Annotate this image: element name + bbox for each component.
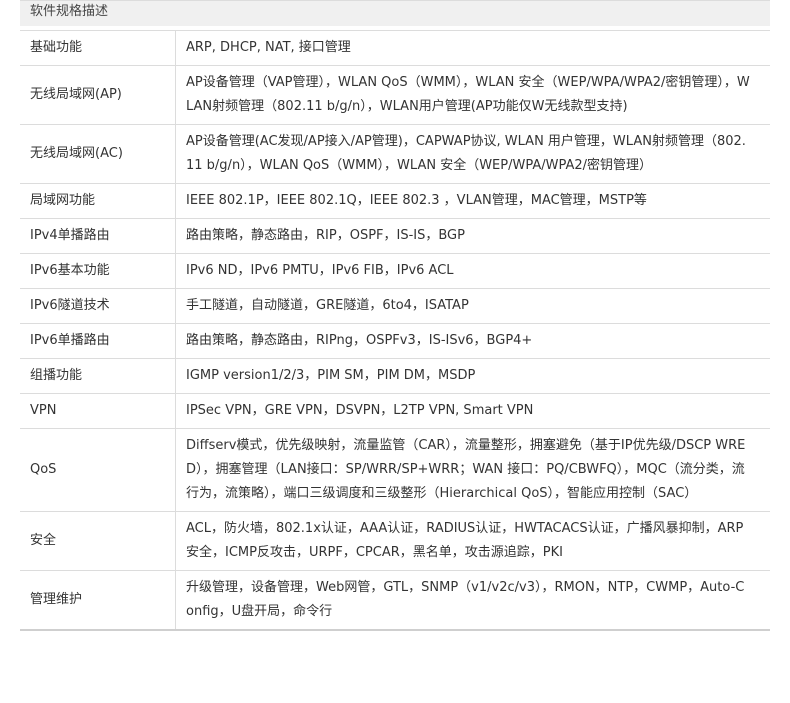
spec-value: 路由策略，静态路由，RIPng，OSPFv3，IS-ISv6，BGP4+ [175,323,770,359]
section-title: 软件规格描述 [20,0,770,26]
spec-label: QoS [20,428,176,512]
spec-label: 组播功能 [20,358,176,394]
spec-label: 管理维护 [20,570,176,631]
table-row: 无线局域网(AP) AP设备管理（VAP管理），WLAN QoS（WMM），WL… [20,65,770,125]
table-row: VPN IPSec VPN，GRE VPN，DSVPN，L2TP VPN, Sm… [20,393,770,429]
table-row: QoS Diffserv模式，优先级映射，流量监管（CAR），流量整形，拥塞避免… [20,428,770,512]
spec-label: IPv6隧道技术 [20,288,176,324]
spec-value: ARP, DHCP, NAT, 接口管理 [175,30,770,66]
spec-label: 局域网功能 [20,183,176,219]
spec-value: IGMP version1/2/3，PIM SM，PIM DM，MSDP [175,358,770,394]
spec-value: IPv6 ND，IPv6 PMTU，IPv6 FIB，IPv6 ACL [175,253,770,289]
table-row: IPv6单播路由 路由策略，静态路由，RIPng，OSPFv3，IS-ISv6，… [20,323,770,359]
spec-label: 安全 [20,511,176,571]
table-row: 组播功能 IGMP version1/2/3，PIM SM，PIM DM，MSD… [20,358,770,394]
spec-value: ACL，防火墙，802.1x认证，AAA认证，RADIUS认证，HWTACACS… [175,511,770,571]
spec-value: AP设备管理（VAP管理），WLAN QoS（WMM），WLAN 安全（WEP/… [175,65,770,125]
spec-label: VPN [20,393,176,429]
spec-label: IPv6基本功能 [20,253,176,289]
table-row: 管理维护 升级管理，设备管理，Web网管，GTL，SNMP（v1/v2c/v3）… [20,570,770,631]
spec-value: IEEE 802.1P，IEEE 802.1Q，IEEE 802.3 ，VLAN… [175,183,770,219]
spec-label: 无线局域网(AP) [20,65,176,125]
table-row: 基础功能 ARP, DHCP, NAT, 接口管理 [20,30,770,66]
spec-label: IPv6单播路由 [20,323,176,359]
spec-table: 基础功能 ARP, DHCP, NAT, 接口管理 无线局域网(AP) AP设备… [20,30,770,631]
spec-value: 路由策略，静态路由，RIP，OSPF，IS-IS，BGP [175,218,770,254]
spec-label: 无线局域网(AC) [20,124,176,184]
spec-value: Diffserv模式，优先级映射，流量监管（CAR），流量整形，拥塞避免（基于I… [175,428,770,512]
spec-value: AP设备管理(AC发现/AP接入/AP管理)，CAPWAP协议, WLAN 用户… [175,124,770,184]
table-row: 无线局域网(AC) AP设备管理(AC发现/AP接入/AP管理)，CAPWAP协… [20,124,770,184]
spec-value: 升级管理，设备管理，Web网管，GTL，SNMP（v1/v2c/v3），RMON… [175,570,770,631]
spec-value: 手工隧道，自动隧道，GRE隧道，6to4，ISATAP [175,288,770,324]
table-row: 安全 ACL，防火墙，802.1x认证，AAA认证，RADIUS认证，HWTAC… [20,511,770,571]
spec-label: 基础功能 [20,30,176,66]
table-row: IPv4单播路由 路由策略，静态路由，RIP，OSPF，IS-IS，BGP [20,218,770,254]
spec-label: IPv4单播路由 [20,218,176,254]
table-row: IPv6基本功能 IPv6 ND，IPv6 PMTU，IPv6 FIB，IPv6… [20,253,770,289]
table-row: 局域网功能 IEEE 802.1P，IEEE 802.1Q，IEEE 802.3… [20,183,770,219]
table-row: IPv6隧道技术 手工隧道，自动隧道，GRE隧道，6to4，ISATAP [20,288,770,324]
spec-value: IPSec VPN，GRE VPN，DSVPN，L2TP VPN, Smart … [175,393,770,429]
